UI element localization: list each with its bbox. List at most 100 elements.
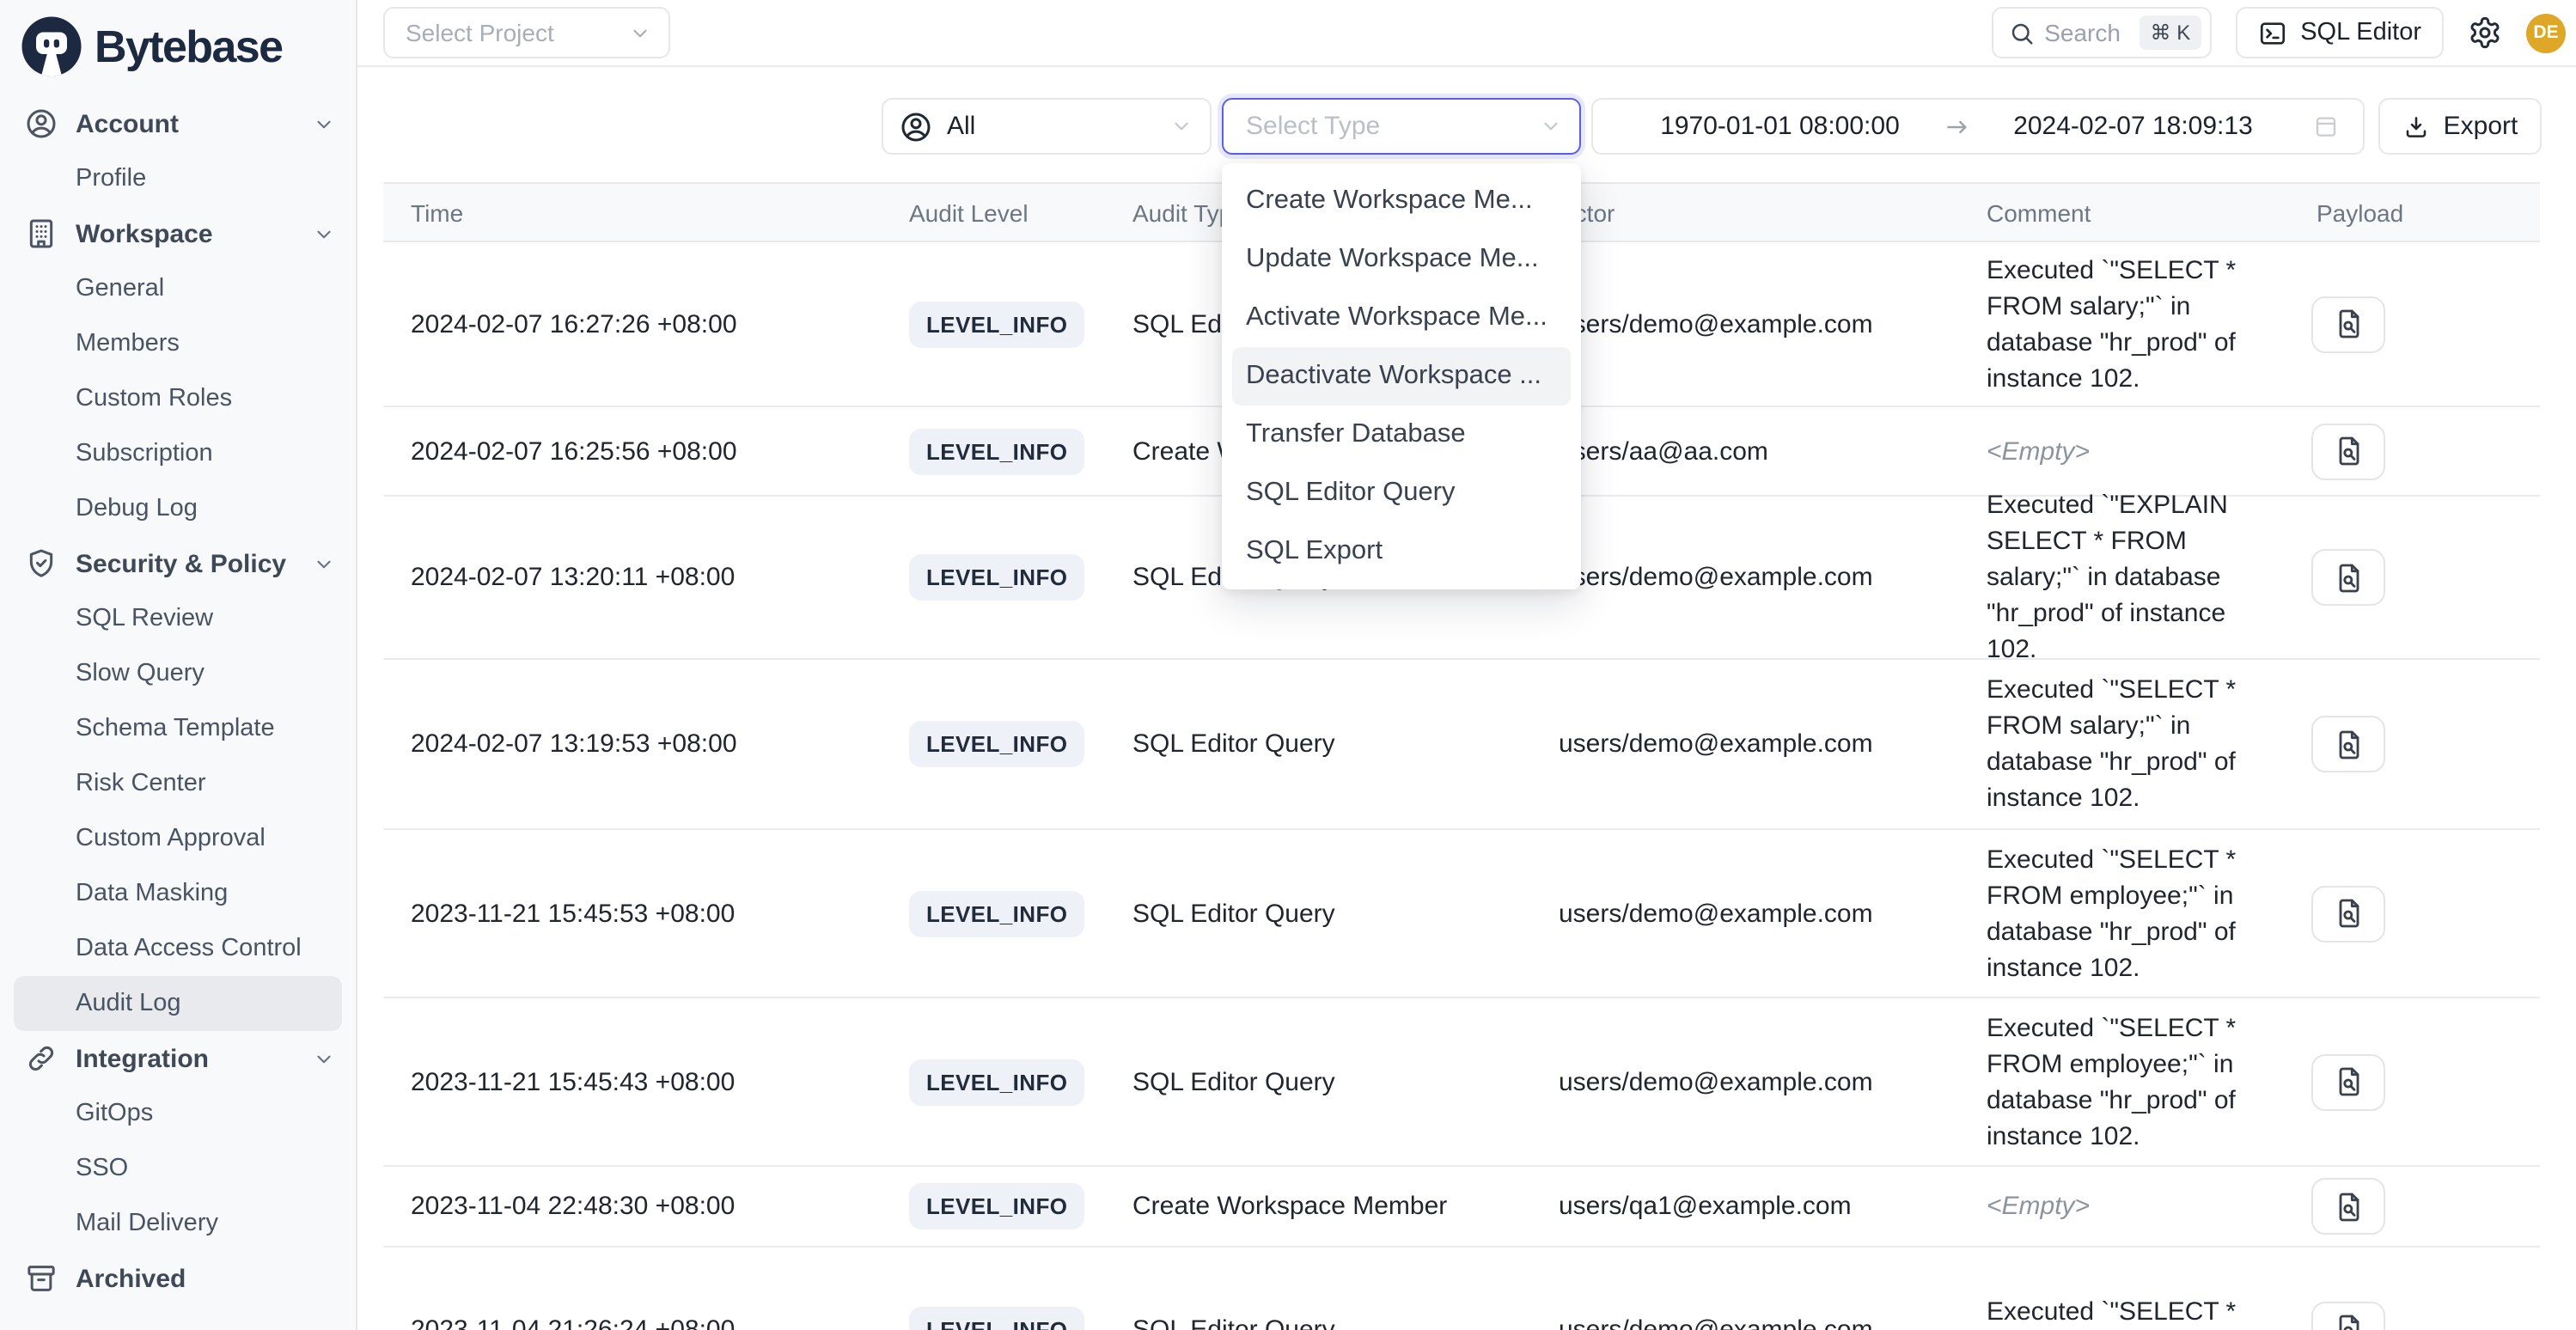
topbar-right: Search ⌘ K SQL Editor DE <box>1991 7 2566 58</box>
level-badge: LEVEL_INFO <box>909 890 1084 936</box>
sidebar-item-label: Schema Template <box>76 715 335 742</box>
sidebar-item-security-policy[interactable]: Security & Policy <box>0 536 356 591</box>
chevron-down-icon <box>313 113 335 135</box>
dropdown-item-sql-export[interactable]: SQL Export <box>1232 522 1571 581</box>
level-badge: LEVEL_INFO <box>909 721 1084 767</box>
date-range-end[interactable]: 2024-02-07 18:09:13 <box>1970 112 2296 141</box>
payload-view-button[interactable] <box>2311 1053 2385 1110</box>
link-icon <box>24 1041 58 1076</box>
sidebar-item-label: Slow Query <box>76 660 335 687</box>
dropdown-item-activate-workspace-member[interactable]: Activate Workspace Me... <box>1232 289 1571 347</box>
row-time: 2023-11-04 22:48:30 +08:00 <box>411 1192 735 1221</box>
sidebar-item-profile[interactable]: Profile <box>0 151 356 206</box>
sidebar-item-subscription[interactable]: Subscription <box>0 426 356 481</box>
sidebar-item-label: Profile <box>76 165 335 192</box>
dropdown-item-transfer-database[interactable]: Transfer Database <box>1232 406 1571 464</box>
level-badge: LEVEL_INFO <box>909 554 1084 601</box>
sidebar-item-data-masking[interactable]: Data Masking <box>0 866 356 921</box>
sidebar-item-label: Security & Policy <box>76 549 313 578</box>
row-comment: Executed `"EXPLAIN SELECT * FROM salary;… <box>1987 487 2282 668</box>
sidebar-item-debug-log[interactable]: Debug Log <box>0 481 356 536</box>
app-window: Bytebase Account Profile Workspace Gener… <box>0 0 2576 1330</box>
table-row: 2023-11-21 15:45:53 +08:00 LEVEL_INFO SQ… <box>383 830 2540 998</box>
type-filter-select[interactable]: Select Type <box>1222 98 1581 155</box>
payload-view-button[interactable] <box>2311 296 2385 352</box>
avatar[interactable]: DE <box>2526 13 2566 52</box>
table-row: 2024-02-07 13:19:53 +08:00 LEVEL_INFO SQ… <box>383 660 2540 830</box>
gear-icon[interactable] <box>2468 15 2502 50</box>
sidebar-item-label: GitOps <box>76 1100 335 1127</box>
sidebar-item-account[interactable]: Account <box>0 96 356 151</box>
payload-view-button[interactable] <box>2311 423 2385 479</box>
file-search-icon <box>2331 727 2365 761</box>
sidebar-item-label: General <box>76 275 335 302</box>
main-content: Select Project Search ⌘ K SQL Editor DE <box>357 0 2576 1330</box>
sidebar-item-data-access-control[interactable]: Data Access Control <box>0 921 356 976</box>
row-actor: users/demo@example.com <box>1559 309 1873 339</box>
row-audit-type: SQL Editor Query <box>1132 729 1335 759</box>
export-label: Export <box>2444 112 2518 141</box>
dropdown-item-deactivate-workspace-member[interactable]: Deactivate Workspace ... <box>1232 347 1571 406</box>
search-shortcut-kbd: ⌘ K <box>2140 15 2201 50</box>
sidebar-item-custom-approval[interactable]: Custom Approval <box>0 811 356 866</box>
download-icon <box>2402 113 2430 140</box>
column-header-payload: Payload <box>2317 184 2403 244</box>
project-select-placeholder: Select Project <box>406 19 629 46</box>
sidebar-item-risk-center[interactable]: Risk Center <box>0 756 356 811</box>
project-select[interactable]: Select Project <box>383 7 670 58</box>
sidebar-item-label: Workspace <box>76 219 313 248</box>
dropdown-item-create-workspace-member[interactable]: Create Workspace Me... <box>1232 172 1571 230</box>
sidebar-item-label: Data Access Control <box>76 935 335 962</box>
date-range-picker[interactable]: 1970-01-01 08:00:00 2024-02-07 18:09:13 <box>1591 98 2365 155</box>
row-actor: users/demo@example.com <box>1559 563 1873 592</box>
sidebar-item-audit-log[interactable]: Audit Log <box>14 976 342 1031</box>
bytebase-logo[interactable]: Bytebase <box>0 0 356 82</box>
sidebar-nav: Account Profile Workspace General Member… <box>0 96 356 1306</box>
file-search-icon <box>2331 1189 2365 1223</box>
sidebar-item-label: Custom Roles <box>76 385 335 412</box>
sidebar-item-label: Custom Approval <box>76 825 335 852</box>
sidebar-item-general[interactable]: General <box>0 261 356 316</box>
terminal-icon <box>2257 18 2286 47</box>
table-row: 2023-11-04 21:26:24 +08:00 LEVEL_INFO SQ… <box>383 1248 2540 1330</box>
row-comment: <Empty> <box>1987 433 2282 469</box>
payload-view-button[interactable] <box>2311 1301 2385 1330</box>
sidebar-item-archived[interactable]: Archived <box>0 1251 356 1306</box>
payload-view-button[interactable] <box>2311 1178 2385 1235</box>
payload-view-button[interactable] <box>2311 716 2385 772</box>
row-actor: users/demo@example.com <box>1559 1067 1873 1096</box>
sidebar-item-workspace[interactable]: Workspace <box>0 206 356 261</box>
sidebar-item-custom-roles[interactable]: Custom Roles <box>0 371 356 426</box>
sidebar-item-gitops[interactable]: GitOps <box>0 1086 356 1141</box>
chevron-down-icon <box>313 1047 335 1070</box>
dropdown-item-update-workspace-member[interactable]: Update Workspace Me... <box>1232 230 1571 289</box>
dropdown-item-sql-editor-query[interactable]: SQL Editor Query <box>1232 464 1571 522</box>
sidebar-item-slow-query[interactable]: Slow Query <box>0 646 356 701</box>
sidebar-item-schema-template[interactable]: Schema Template <box>0 701 356 756</box>
actor-filter-select[interactable]: All <box>882 98 1212 155</box>
type-filter-placeholder: Select Type <box>1246 112 1540 141</box>
row-comment: <Empty> <box>1987 1188 2282 1224</box>
sql-editor-button[interactable]: SQL Editor <box>2235 7 2444 58</box>
sidebar-item-label: Account <box>76 109 313 138</box>
sidebar-item-label: SSO <box>76 1155 335 1182</box>
sidebar-item-sql-review[interactable]: SQL Review <box>0 591 356 646</box>
row-comment: Executed `"SELECT * FROM department;"` i… <box>1987 1293 2282 1330</box>
sidebar-item-mail-delivery[interactable]: Mail Delivery <box>0 1196 356 1251</box>
row-actor: users/demo@example.com <box>1559 729 1873 759</box>
user-circle-icon <box>899 109 933 143</box>
file-search-icon <box>2331 896 2365 930</box>
sidebar-item-label: Data Masking <box>76 880 335 907</box>
payload-view-button[interactable] <box>2311 885 2385 942</box>
date-range-start[interactable]: 1970-01-01 08:00:00 <box>1617 112 1943 141</box>
export-button[interactable]: Export <box>2378 98 2542 155</box>
level-badge: LEVEL_INFO <box>909 1183 1084 1229</box>
sidebar-item-integration[interactable]: Integration <box>0 1031 356 1086</box>
sidebar-item-sso[interactable]: SSO <box>0 1141 356 1196</box>
row-comment: Executed `"SELECT * FROM salary;"` in da… <box>1987 252 2282 396</box>
search-input[interactable]: Search ⌘ K <box>1991 7 2211 58</box>
chevron-down-icon <box>1170 115 1193 137</box>
sidebar-item-label: Audit Log <box>76 990 321 1017</box>
sidebar-item-members[interactable]: Members <box>0 316 356 371</box>
payload-view-button[interactable] <box>2311 549 2385 606</box>
